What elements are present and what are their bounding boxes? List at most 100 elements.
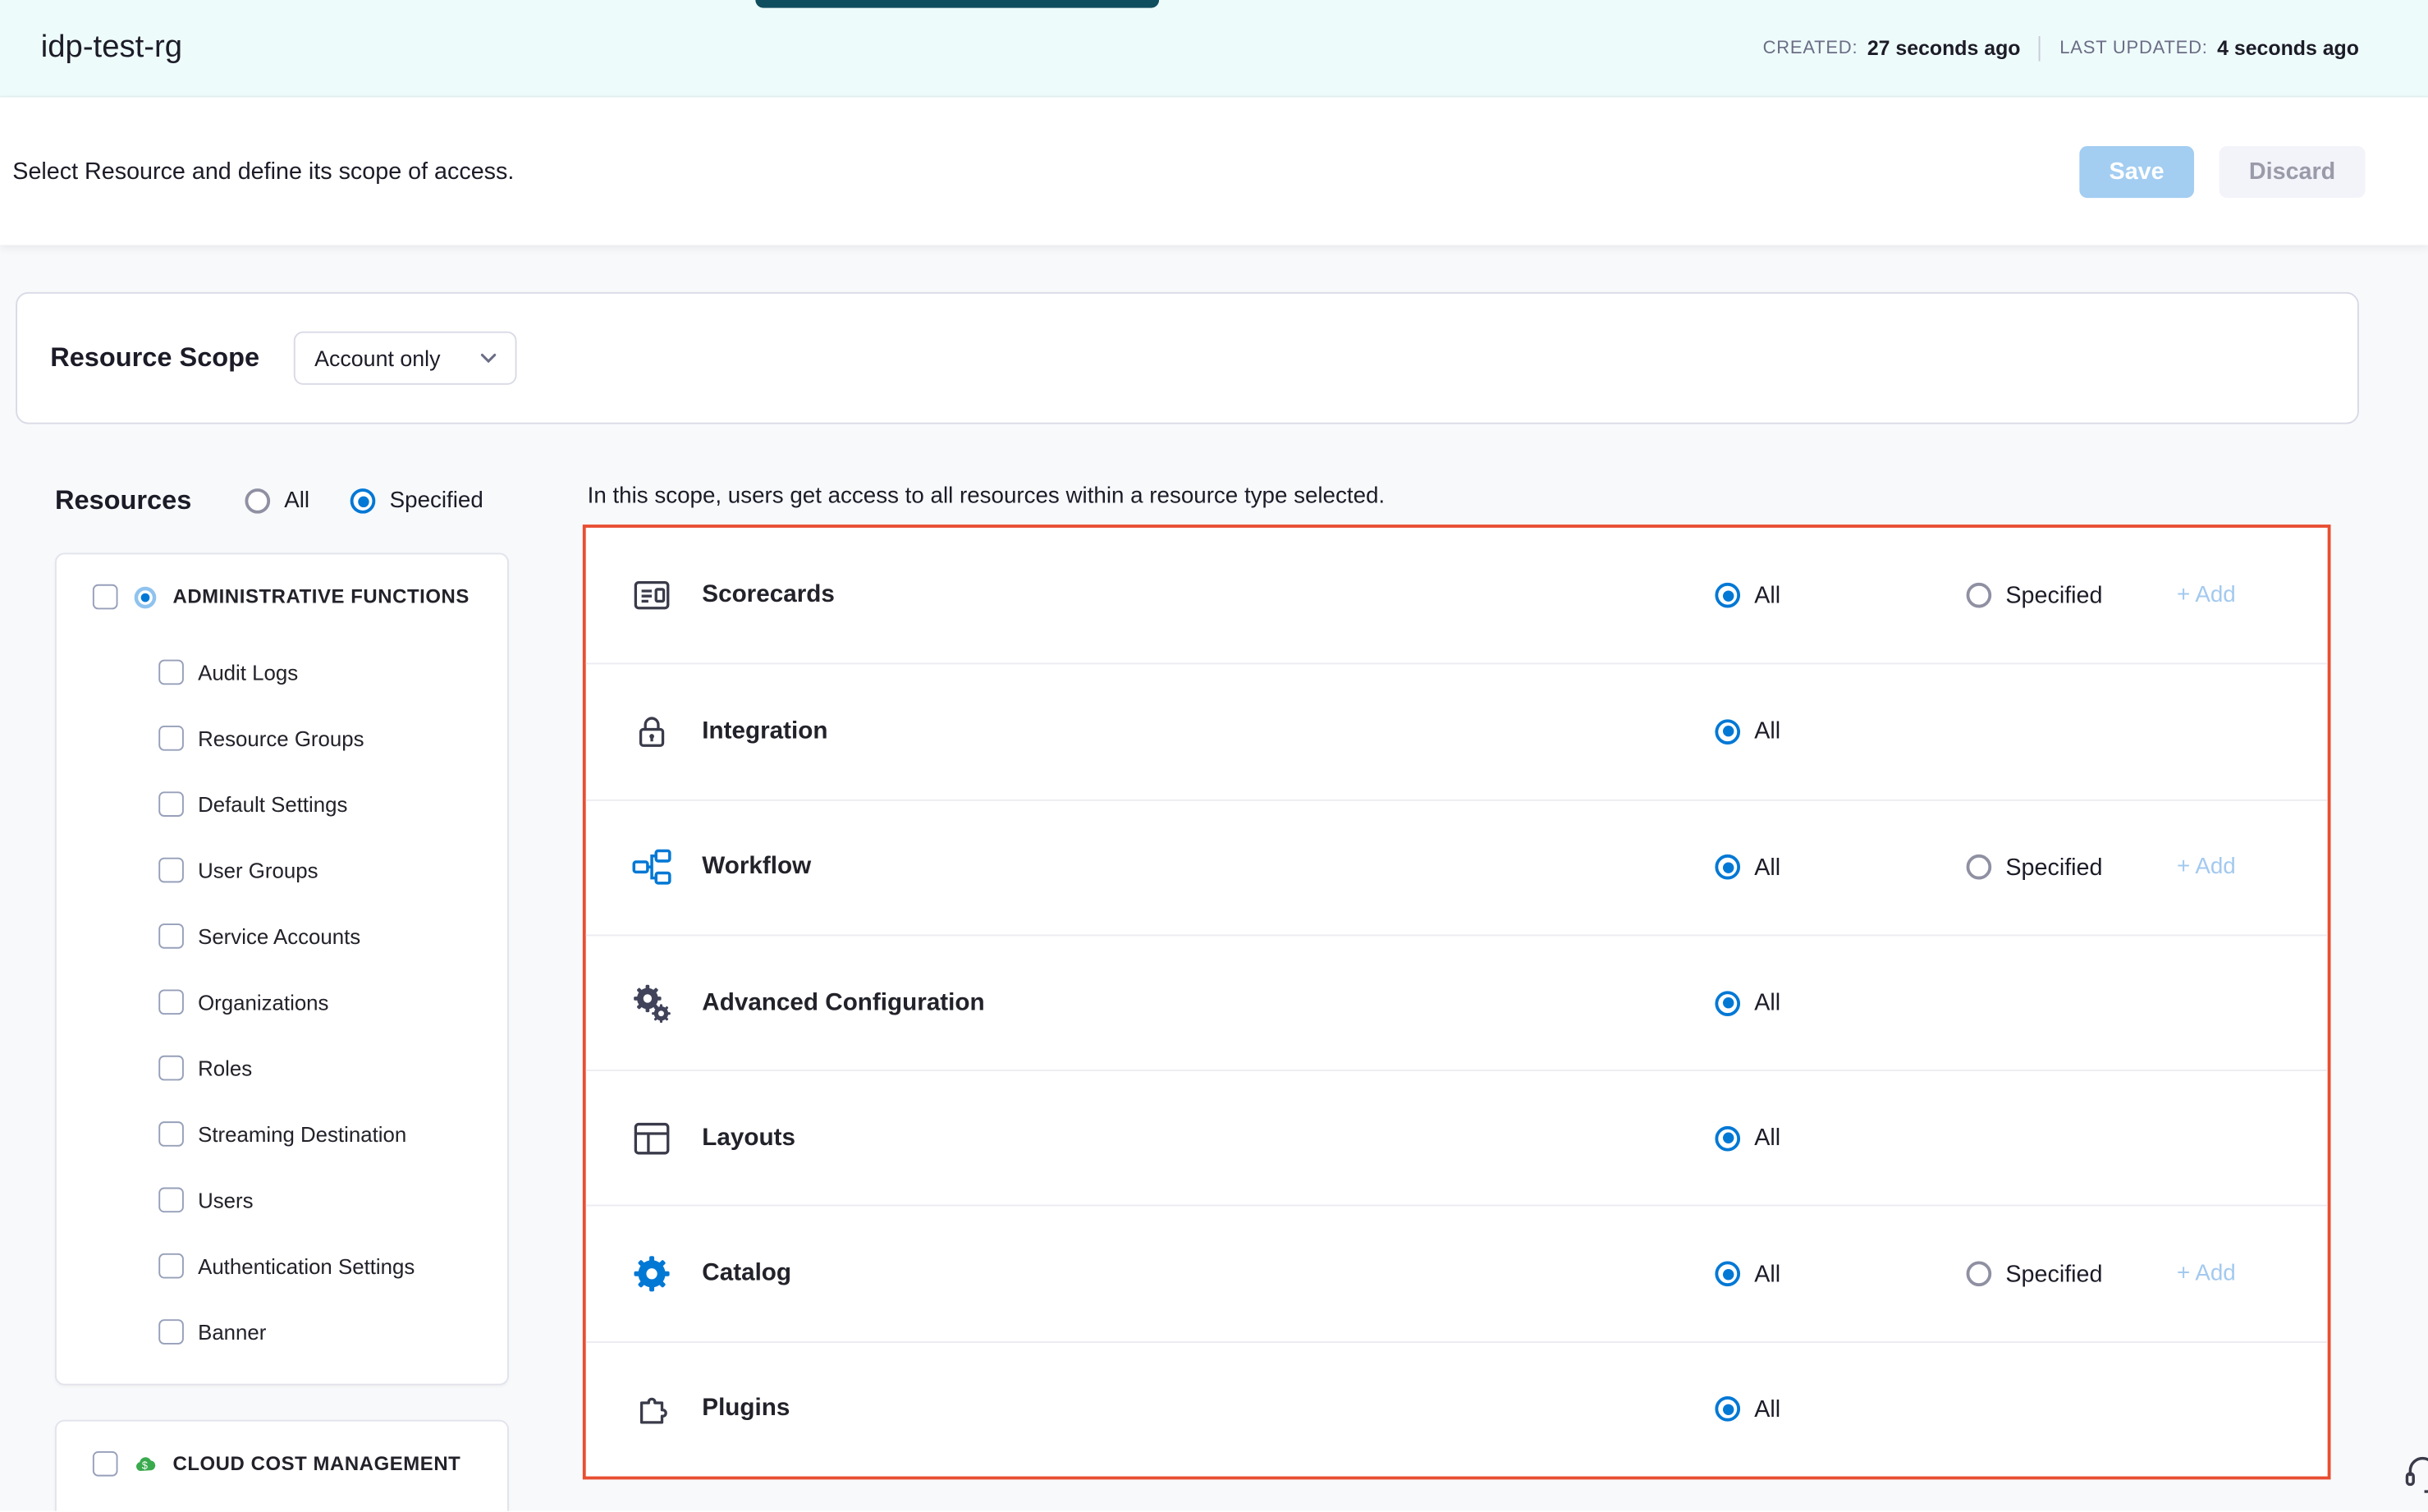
- resource-item-row[interactable]: Users: [57, 1167, 507, 1233]
- resources-specified-radio[interactable]: Specified: [350, 488, 483, 514]
- radio-label: All: [284, 488, 309, 514]
- radio-icon[interactable]: [1967, 1262, 1992, 1287]
- resource-type-row: Integration All: [586, 663, 2328, 799]
- all-radio[interactable]: All: [1715, 1125, 1966, 1152]
- resource-checkbox[interactable]: [158, 1188, 184, 1213]
- resources-all-radio[interactable]: All: [245, 488, 309, 514]
- resource-item-row[interactable]: Service Accounts: [57, 903, 507, 969]
- radio-icon[interactable]: [350, 488, 376, 514]
- resource-checkbox[interactable]: [158, 726, 184, 751]
- created-label: CREATED:: [1763, 39, 1858, 57]
- resource-checkbox[interactable]: [158, 1253, 184, 1279]
- page-description: Select Resource and define its scope of …: [12, 158, 514, 185]
- resource-type-name: Workflow: [702, 853, 1715, 881]
- resource-item-row[interactable]: Organizations: [57, 969, 507, 1035]
- resource-type-name: Plugins: [702, 1395, 1715, 1423]
- radio-label: All: [1754, 1261, 1780, 1288]
- discard-button[interactable]: Discard: [2220, 145, 2366, 197]
- radio-label: All: [1754, 854, 1780, 881]
- resource-category-card: ADMINISTRATIVE FUNCTIONS Audit Logs Reso…: [55, 553, 509, 1386]
- toolbar-actions: Save Discard: [2079, 145, 2365, 197]
- resource-item-label: User Groups: [198, 859, 318, 882]
- category-checkbox[interactable]: [93, 1451, 118, 1477]
- created-value: 27 seconds ago: [1867, 36, 2021, 60]
- radio-icon[interactable]: [1967, 855, 1992, 880]
- radio-icon[interactable]: [245, 488, 270, 514]
- svg-text:$: $: [142, 1459, 148, 1471]
- category-name: ADMINISTRATIVE FUNCTIONS: [172, 586, 469, 608]
- add-button[interactable]: + Add: [2155, 583, 2327, 608]
- radio-label: All: [1754, 1125, 1780, 1152]
- resource-item-label: Banner: [198, 1320, 266, 1344]
- resource-item-row[interactable]: Roles: [57, 1035, 507, 1101]
- radio-icon[interactable]: [1715, 583, 1740, 608]
- resource-item-row[interactable]: Default Settings: [57, 771, 507, 836]
- resource-item-label: Resource Groups: [198, 726, 364, 750]
- resource-type-name: Advanced Configuration: [702, 989, 1715, 1017]
- resource-item-row[interactable]: Banner: [57, 1299, 507, 1364]
- resource-item-row[interactable]: Audit Logs: [57, 639, 507, 705]
- radio-icon[interactable]: [1715, 855, 1740, 880]
- resource-checkbox[interactable]: [158, 989, 184, 1015]
- resource-item-row[interactable]: Recommendations: [57, 1506, 507, 1511]
- add-button[interactable]: + Add: [2155, 1262, 2327, 1287]
- radio-label: All: [1754, 990, 1780, 1017]
- specified-radio[interactable]: Specified: [1967, 582, 2155, 609]
- scope-hint: In this scope, users get access to all r…: [588, 481, 2331, 512]
- resource-type-row: Layouts All: [586, 1070, 2328, 1205]
- resources-sidebar: Resources All Specified ADMINISTRATIVE F…: [55, 481, 509, 1511]
- radio-icon[interactable]: [1715, 1397, 1740, 1423]
- resource-item-label: Service Accounts: [198, 924, 360, 948]
- layout-icon: [631, 1118, 672, 1159]
- radio-icon[interactable]: [1715, 719, 1740, 745]
- all-radio[interactable]: All: [1715, 854, 1966, 881]
- gears-icon: [631, 983, 672, 1024]
- page-header: idp-test-rg CREATED: 27 seconds ago LAST…: [0, 0, 2428, 98]
- save-button[interactable]: Save: [2079, 145, 2194, 197]
- resource-type-name: Catalog: [702, 1260, 1715, 1288]
- resource-category-row[interactable]: $ CLOUD COST MANAGEMENT: [57, 1422, 507, 1506]
- resource-checkbox[interactable]: [158, 791, 184, 817]
- resource-checkbox[interactable]: [158, 858, 184, 883]
- radio-icon[interactable]: [1967, 583, 1992, 608]
- resource-item-label: Organizations: [198, 990, 328, 1014]
- category-checkbox[interactable]: [93, 584, 118, 610]
- resource-checkbox[interactable]: [158, 1121, 184, 1147]
- resource-category-row[interactable]: ADMINISTRATIVE FUNCTIONS: [57, 554, 507, 639]
- radio-icon[interactable]: [1715, 990, 1740, 1015]
- category-items: Recommendations: [57, 1506, 507, 1511]
- resource-item-row[interactable]: User Groups: [57, 837, 507, 903]
- timestamp-divider: [2039, 35, 2041, 61]
- toast-edge: [755, 0, 1159, 8]
- resource-item-row[interactable]: Authentication Settings: [57, 1233, 507, 1299]
- plugin-icon: [631, 1389, 672, 1430]
- resource-item-label: Roles: [198, 1056, 252, 1080]
- radio-label: All: [1754, 718, 1780, 745]
- all-radio[interactable]: All: [1715, 582, 1966, 609]
- resource-type-row: Catalog All Specified + Add: [586, 1206, 2328, 1341]
- resource-scope-value: Account only: [314, 346, 440, 371]
- resource-item-label: Audit Logs: [198, 661, 298, 685]
- all-radio[interactable]: All: [1715, 1396, 1966, 1423]
- all-radio[interactable]: All: [1715, 1261, 1966, 1288]
- resource-item-row[interactable]: Streaming Destination: [57, 1101, 507, 1166]
- specified-radio[interactable]: Specified: [1967, 1261, 2155, 1288]
- resource-checkbox[interactable]: [158, 660, 184, 685]
- resource-checkbox[interactable]: [158, 1056, 184, 1081]
- radio-icon[interactable]: [1715, 1126, 1740, 1152]
- resource-type-row: Advanced Configuration All: [586, 934, 2328, 1070]
- add-button[interactable]: + Add: [2155, 855, 2327, 880]
- resource-checkbox[interactable]: [158, 923, 184, 949]
- radio-label: Specified: [390, 488, 483, 514]
- specified-radio[interactable]: Specified: [1967, 854, 2155, 881]
- page-title: idp-test-rg: [41, 30, 182, 66]
- all-radio[interactable]: All: [1715, 718, 1966, 745]
- resource-item-label: Default Settings: [198, 792, 347, 816]
- resource-item-label: Streaming Destination: [198, 1122, 406, 1146]
- all-radio[interactable]: All: [1715, 990, 1966, 1017]
- help-widget-icon[interactable]: [2402, 1451, 2428, 1494]
- radio-icon[interactable]: [1715, 1262, 1740, 1287]
- resource-item-row[interactable]: Resource Groups: [57, 705, 507, 771]
- resource-checkbox[interactable]: [158, 1319, 184, 1345]
- resource-scope-dropdown[interactable]: Account only: [294, 332, 517, 385]
